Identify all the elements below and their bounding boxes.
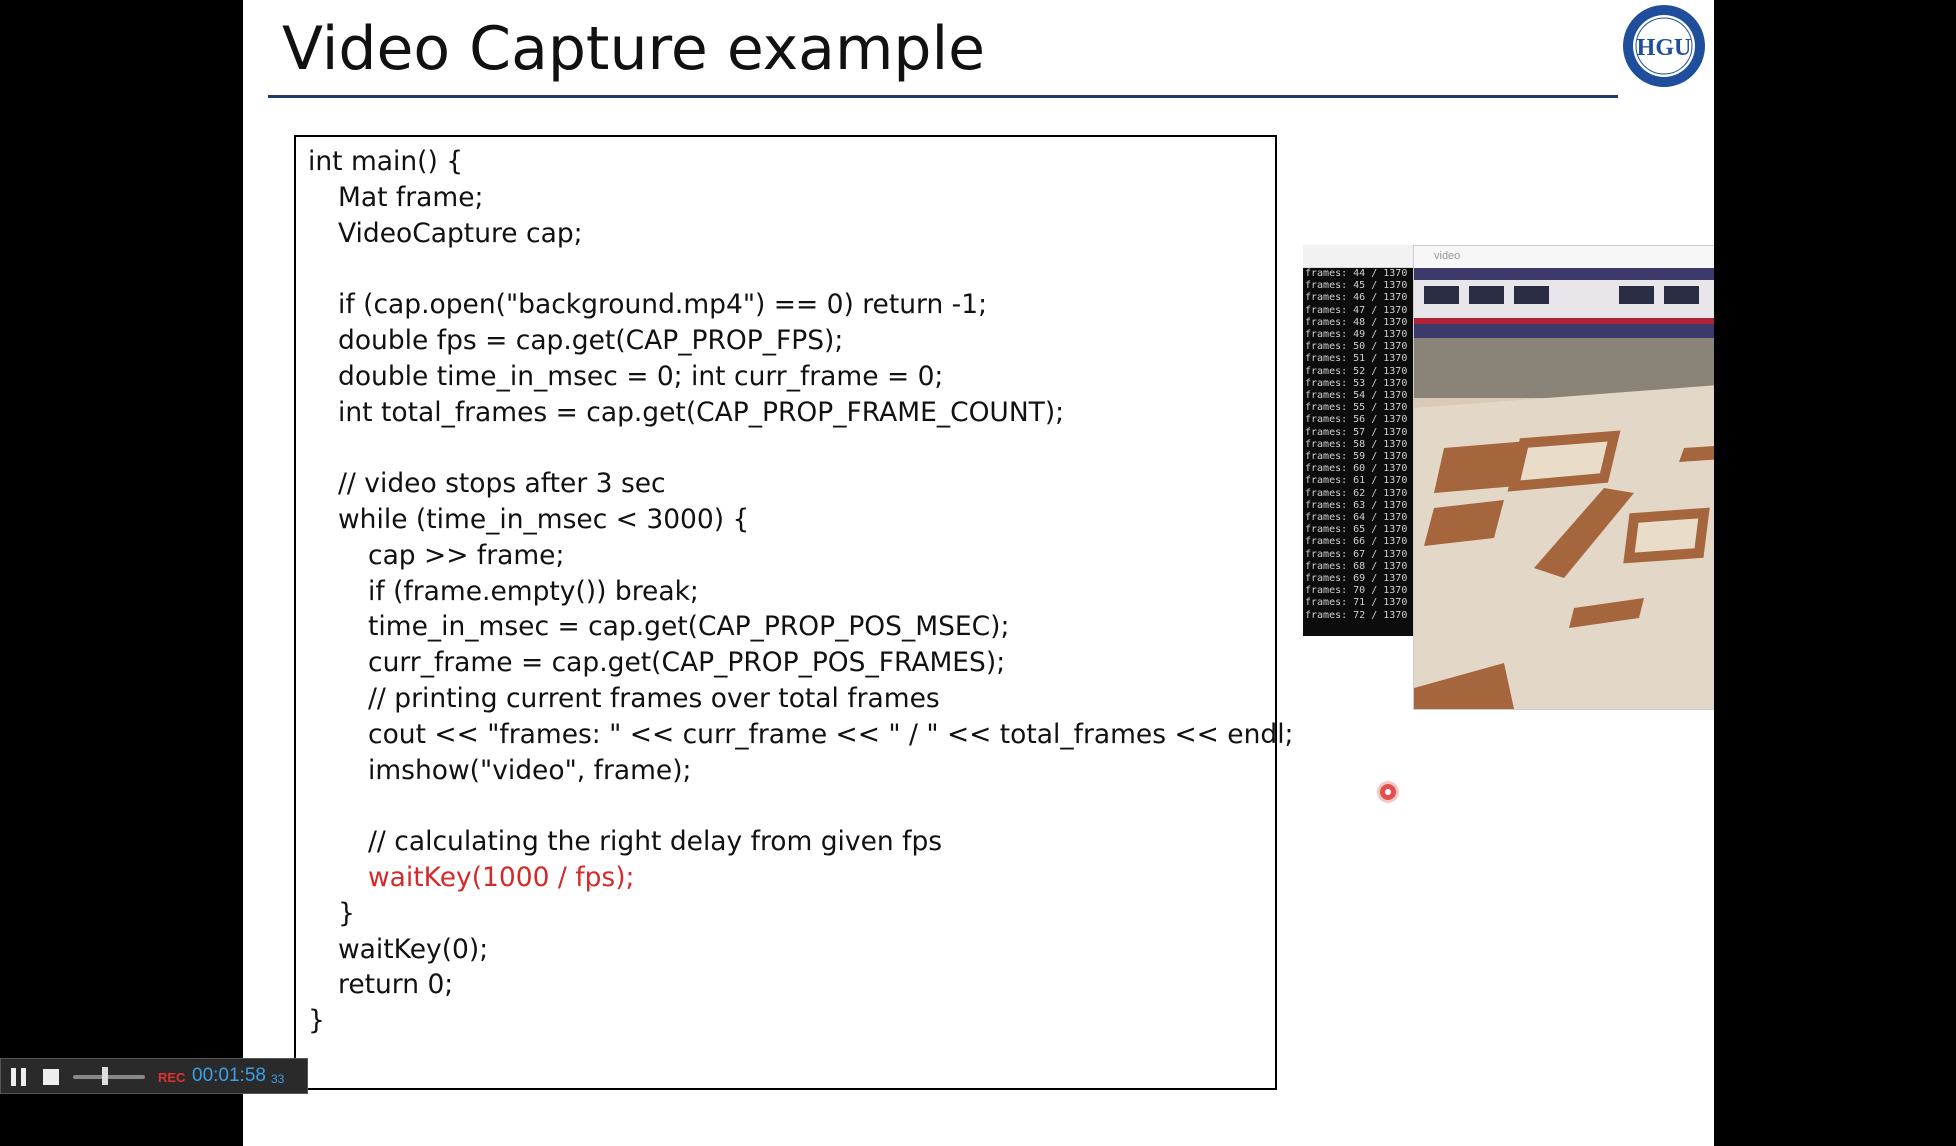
console-line: frames: 57 / 1370 bbox=[1305, 426, 1408, 438]
console-line: frames: 71 / 1370 bbox=[1305, 597, 1408, 609]
console-line: frames: 63 / 1370 bbox=[1305, 499, 1408, 511]
pause-button[interactable] bbox=[11, 1068, 27, 1086]
code-line: return 0; bbox=[338, 969, 454, 1001]
logo-text: HGU bbox=[1637, 35, 1692, 61]
console-line: frames: 64 / 1370 bbox=[1305, 512, 1408, 524]
code-line: } bbox=[308, 1005, 325, 1037]
slide-title: Video Capture example bbox=[282, 14, 986, 84]
console-line: frames: 60 / 1370 bbox=[1305, 463, 1408, 475]
console-line: frames: 66 / 1370 bbox=[1305, 536, 1408, 548]
code-line: curr_frame = cap.get(CAP_PROP_POS_FRAMES… bbox=[368, 647, 1006, 679]
stop-button[interactable] bbox=[43, 1069, 59, 1085]
console-line: frames: 69 / 1370 bbox=[1305, 573, 1408, 585]
code-line: time_in_msec = cap.get(CAP_PROP_POS_MSEC… bbox=[368, 611, 1010, 643]
code-line: if (cap.open("background.mp4") == 0) ret… bbox=[338, 289, 988, 321]
code-line: int total_frames = cap.get(CAP_PROP_FRAM… bbox=[338, 396, 1065, 428]
university-logo: HGU bbox=[1623, 5, 1705, 87]
code-line: waitKey(0); bbox=[338, 933, 489, 965]
code-line: double fps = cap.get(CAP_PROP_FPS); bbox=[338, 325, 844, 356]
recorder-progress-handle[interactable] bbox=[102, 1067, 109, 1085]
console-line: frames: 72 / 1370 bbox=[1305, 609, 1408, 621]
console-line: frames: 65 / 1370 bbox=[1305, 524, 1408, 536]
console-line: frames: 46 / 1370 bbox=[1305, 292, 1408, 304]
console-line: frames: 53 / 1370 bbox=[1305, 377, 1408, 389]
console-line: frames: 68 / 1370 bbox=[1305, 560, 1408, 572]
mouse-cursor-indicator bbox=[1380, 784, 1396, 800]
console-line: frames: 54 / 1370 bbox=[1305, 390, 1408, 402]
code-line: // calculating the right delay from give… bbox=[368, 826, 943, 858]
console-output: frames: 44 / 1370 frames: 45 / 1370 frames… bbox=[1303, 268, 1413, 622]
console-line: frames: 61 / 1370 bbox=[1305, 475, 1408, 487]
code-line: Mat frame; bbox=[338, 181, 484, 213]
console-line: frames: 56 / 1370 bbox=[1305, 414, 1408, 426]
console-titlebar[interactable] bbox=[1303, 245, 1413, 268]
console-line: frames: 44 / 1370 bbox=[1305, 268, 1408, 279]
recording-time-fraction: 33 bbox=[271, 1072, 285, 1086]
console-line: frames: 62 / 1370 bbox=[1305, 487, 1408, 499]
console-line: frames: 49 / 1370 bbox=[1305, 329, 1408, 341]
title-underline bbox=[268, 95, 1618, 98]
console-line: frames: 50 / 1370 bbox=[1305, 341, 1408, 353]
recorder-progress-track[interactable] bbox=[73, 1075, 145, 1079]
video-titlebar[interactable]: video – □ ✕ bbox=[1414, 246, 1714, 268]
code-line: while (time_in_msec < 3000) { bbox=[338, 504, 750, 535]
video-frame bbox=[1414, 268, 1714, 709]
recording-time: 00:01:58 bbox=[192, 1065, 266, 1086]
console-line: frames: 52 / 1370 bbox=[1305, 365, 1408, 377]
code-line: } bbox=[338, 897, 355, 929]
console-line: frames: 55 / 1370 bbox=[1305, 402, 1408, 414]
code-line: if (frame.empty()) break; bbox=[368, 575, 699, 607]
code-box: int main() { Mat frame; VideoCapture cap; i… bbox=[294, 135, 1293, 1090]
console-line: frames: 47 / 1370 bbox=[1305, 304, 1408, 316]
rec-indicator: REC bbox=[158, 1070, 186, 1085]
code-line: double time_in_msec = 0; int curr_frame … bbox=[338, 360, 944, 392]
console-line: frames: 59 / 1370 bbox=[1305, 451, 1408, 463]
code-line: int main() { bbox=[308, 146, 464, 177]
code-line: // video stops after 3 sec bbox=[338, 468, 666, 500]
slide: Video Capture example HGU int main() { Ma… bbox=[243, 0, 1714, 1146]
code-line: VideoCapture cap; bbox=[338, 217, 583, 249]
recorder-toolbar: REC 00:01:58 33 bbox=[0, 1058, 308, 1094]
console-line: frames: 58 / 1370 bbox=[1305, 438, 1408, 450]
code-line: cout << "frames: " << curr_frame << " / … bbox=[368, 718, 1294, 750]
code-line: // printing current frames over total fr… bbox=[368, 683, 940, 714]
code-line: imshow("video", frame); bbox=[368, 754, 692, 786]
console-line: frames: 67 / 1370 bbox=[1305, 548, 1408, 560]
video-window: video – □ ✕ bbox=[1413, 245, 1714, 710]
console-line: frames: 45 / 1370 bbox=[1305, 280, 1408, 292]
console-line: frames: 48 / 1370 bbox=[1305, 316, 1408, 328]
code-line: waitKey(1000 / fps); bbox=[368, 862, 635, 893]
console-line: frames: 51 / 1370 bbox=[1305, 353, 1408, 365]
console-line: frames: 70 / 1370 bbox=[1305, 585, 1408, 597]
console-window: frames: 44 / 1370 frames: 45 / 1370 frames… bbox=[1303, 245, 1413, 636]
code-line: cap >> frame; bbox=[368, 539, 565, 571]
video-window-title: video bbox=[1434, 250, 1461, 262]
